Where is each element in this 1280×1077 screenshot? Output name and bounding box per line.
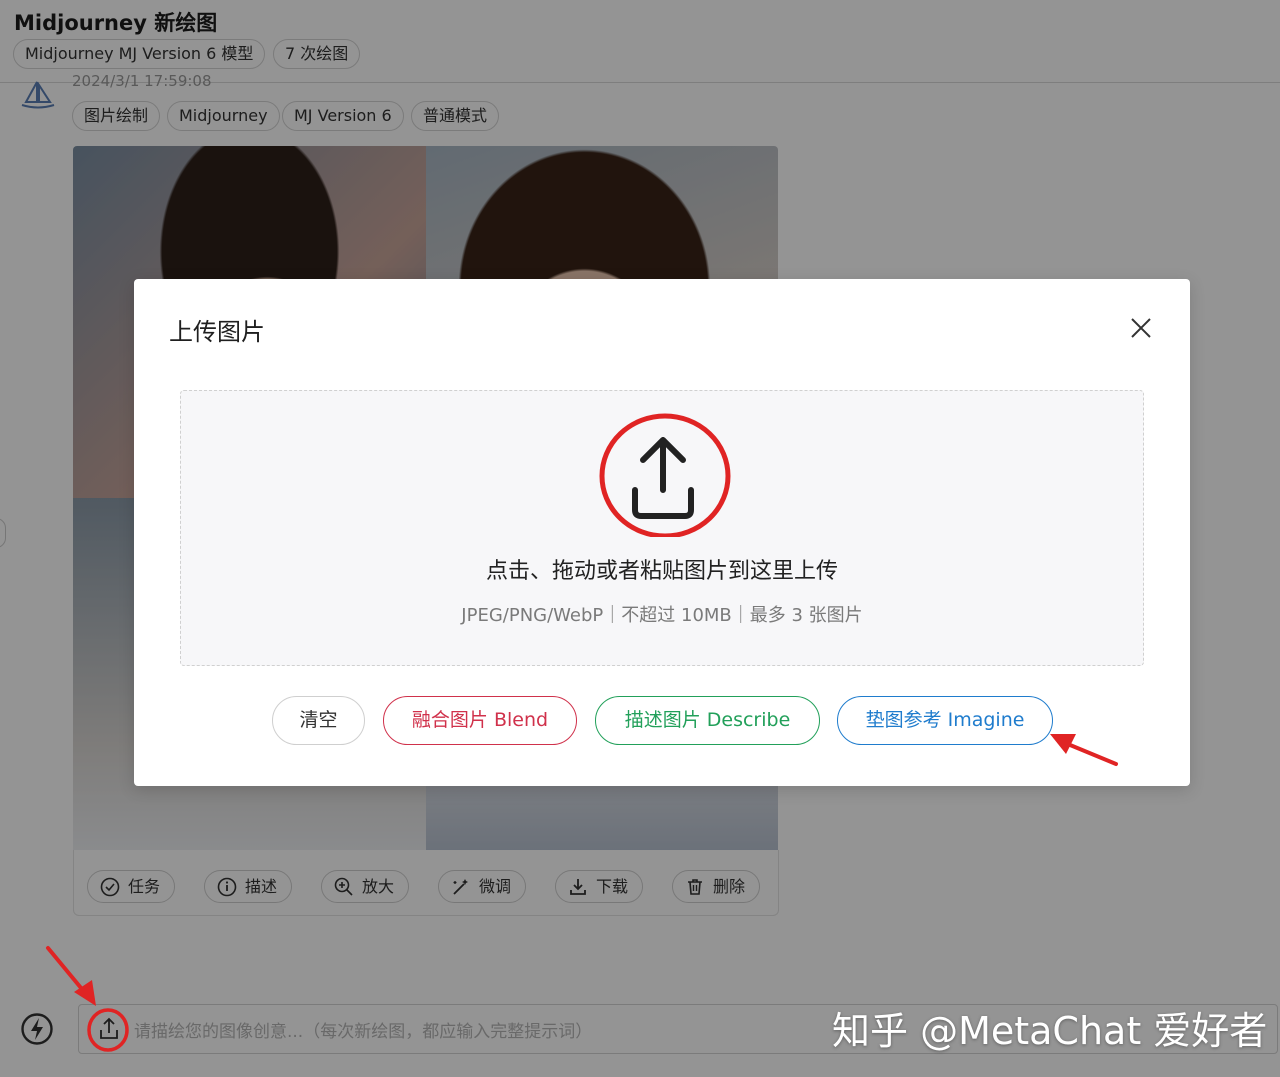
dialog-title: 上传图片 (169, 318, 265, 346)
upload-icon (632, 437, 694, 519)
upload-image-dialog: 上传图片 点击、拖动或者粘贴图片到这里上传 JPEG/PNG/WebP｜不超过 … (134, 279, 1190, 786)
close-icon[interactable] (1129, 316, 1153, 340)
imagine-reference-button[interactable]: 垫图参考 Imagine (837, 696, 1053, 745)
describe-image-button[interactable]: 描述图片 Describe (595, 696, 820, 745)
dropzone-constraints: JPEG/PNG/WebP｜不超过 10MB｜最多 3 张图片 (461, 605, 863, 626)
clear-button[interactable]: 清空 (272, 696, 365, 745)
upload-dropzone[interactable]: 点击、拖动或者粘贴图片到这里上传 JPEG/PNG/WebP｜不超过 10MB｜… (180, 390, 1144, 666)
blend-button[interactable]: 融合图片 Blend (383, 696, 577, 745)
dropzone-instruction: 点击、拖动或者粘贴图片到这里上传 (485, 559, 838, 584)
watermark-text: 知乎 @MetaChat 爱好者 (832, 1009, 1268, 1053)
